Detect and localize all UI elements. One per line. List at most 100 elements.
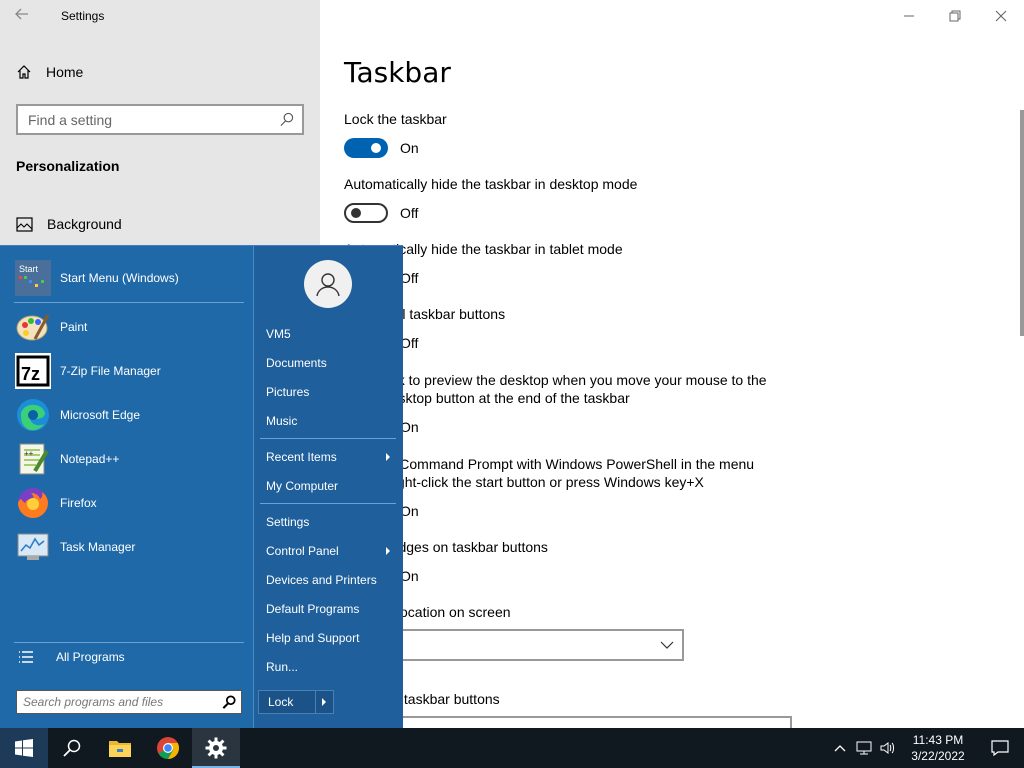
- picture-icon: [16, 216, 33, 232]
- svg-text:7z: 7z: [21, 364, 40, 384]
- chrome-icon: [157, 737, 179, 759]
- taskbar: 11:43 PM 3/22/2022: [0, 728, 1024, 768]
- home-label: Home: [46, 64, 84, 80]
- divider: [315, 691, 316, 713]
- file-explorer-icon: [109, 741, 131, 757]
- program-item[interactable]: Paint: [14, 308, 244, 346]
- list-icon: [19, 651, 33, 663]
- windows-start-icon: [15, 739, 33, 757]
- start-right-item[interactable]: Music: [260, 408, 396, 434]
- notepadpp-icon: ++: [14, 440, 52, 478]
- program-item[interactable]: Microsoft Edge: [14, 396, 244, 434]
- item-label: Pictures: [266, 385, 310, 399]
- start-right-item[interactable]: Settings: [260, 509, 396, 535]
- network-icon: [856, 741, 872, 755]
- start-menu: Start Start Menu (Windows) Paint 7z 7-Zi…: [0, 245, 403, 729]
- setting-label: Use Peek to preview the desktop when you…: [344, 372, 767, 406]
- taskbar-search-button[interactable]: [48, 728, 96, 768]
- start-search-input[interactable]: [17, 691, 217, 713]
- divider: [260, 503, 396, 504]
- lock-button[interactable]: Lock: [258, 690, 334, 714]
- find-setting-search[interactable]: [16, 104, 304, 135]
- item-label: Devices and Printers: [266, 573, 377, 587]
- start-right-item[interactable]: Default Programs: [260, 596, 396, 622]
- search-icon: [63, 739, 81, 757]
- 7zip-icon: 7z: [14, 352, 52, 390]
- task-manager-icon: [14, 528, 52, 566]
- start-right-item[interactable]: Recent Items: [260, 444, 396, 470]
- submenu-arrow-icon: [386, 547, 390, 555]
- start-button[interactable]: [0, 728, 48, 768]
- clock[interactable]: 11:43 PM 3/22/2022: [900, 732, 976, 764]
- start-right-item[interactable]: Help and Support: [260, 625, 396, 651]
- show-hidden-icons-button[interactable]: [828, 728, 852, 768]
- lock-label: Lock: [268, 695, 294, 709]
- program-item[interactable]: Task Manager: [14, 528, 244, 566]
- program-label: Start Menu (Windows): [60, 271, 179, 285]
- toggle-state: Off: [400, 205, 419, 221]
- back-button[interactable]: [14, 6, 36, 28]
- start-search-box[interactable]: [16, 690, 242, 714]
- program-item[interactable]: Start Start Menu (Windows): [14, 259, 244, 297]
- program-item[interactable]: ++ Notepad++: [14, 440, 244, 478]
- taskbar-settings[interactable]: [192, 728, 240, 768]
- setting-label: Automatically hide the taskbar in deskto…: [344, 176, 638, 192]
- sidebar-item-background[interactable]: Background: [16, 216, 122, 232]
- divider: [260, 438, 396, 439]
- clock-time: 11:43 PM: [912, 733, 964, 747]
- scrollbar[interactable]: [1020, 110, 1024, 336]
- setting-label: Lock the taskbar: [344, 111, 447, 127]
- start-right-item[interactable]: My Computer: [260, 473, 396, 499]
- svg-text:++: ++: [24, 449, 34, 458]
- item-label: Run...: [266, 660, 299, 674]
- settings-content: Taskbar Lock the taskbar On Automaticall…: [344, 0, 1024, 736]
- program-label: Notepad++: [60, 452, 120, 466]
- taskbar-file-explorer[interactable]: [96, 728, 144, 768]
- toggle-row: On: [344, 138, 419, 158]
- program-label: 7-Zip File Manager: [60, 364, 161, 378]
- start-right-item[interactable]: Pictures: [260, 379, 396, 405]
- item-label: Music: [266, 414, 298, 428]
- item-label: Settings: [266, 515, 310, 529]
- program-label: Microsoft Edge: [60, 408, 141, 422]
- clock-date: 3/22/2022: [911, 749, 965, 763]
- all-programs-button[interactable]: All Programs: [18, 650, 125, 664]
- start-right-item[interactable]: Run...: [260, 654, 396, 680]
- network-button[interactable]: [852, 728, 876, 768]
- program-item[interactable]: 7z 7-Zip File Manager: [14, 352, 244, 390]
- start-right-item[interactable]: Devices and Printers: [260, 567, 396, 593]
- lock-taskbar-toggle[interactable]: [344, 138, 388, 158]
- program-label: Task Manager: [60, 540, 136, 554]
- start-menu-programs-pane: Start Start Menu (Windows) Paint 7z 7-Zi…: [0, 246, 254, 729]
- item-label: VM5: [266, 327, 291, 341]
- user-avatar[interactable]: [304, 260, 352, 308]
- setting-label: Combine taskbar buttons: [344, 691, 500, 707]
- sidebar-home[interactable]: Home: [16, 64, 83, 80]
- find-setting-input[interactable]: [18, 106, 268, 133]
- divider: [14, 642, 244, 643]
- taskbar-chrome[interactable]: [144, 728, 192, 768]
- item-label: Recent Items: [266, 450, 337, 464]
- toggle-row: Off: [344, 203, 418, 223]
- start-right-item[interactable]: VM5: [260, 321, 396, 347]
- power-options-arrow-icon[interactable]: [322, 698, 326, 706]
- chevron-up-icon: [834, 745, 846, 752]
- item-label: Default Programs: [266, 602, 360, 616]
- setting-label: Taskbar location on screen: [344, 604, 511, 620]
- paint-icon: [14, 308, 52, 346]
- search-icon: [280, 112, 294, 126]
- all-programs-label: All Programs: [56, 650, 125, 664]
- sidebar-item-label: Background: [47, 216, 122, 232]
- page-title: Taskbar: [344, 56, 451, 89]
- search-icon: [222, 695, 236, 709]
- item-label: My Computer: [266, 479, 339, 493]
- action-center-button[interactable]: [976, 728, 1024, 768]
- divider: [14, 302, 244, 303]
- start-right-item[interactable]: Control Panel: [260, 538, 396, 564]
- start-menu-app-icon: Start: [14, 259, 52, 297]
- volume-button[interactable]: [876, 728, 900, 768]
- start-right-item[interactable]: Documents: [260, 350, 396, 376]
- program-item[interactable]: Firefox: [14, 484, 244, 522]
- autohide-desktop-toggle[interactable]: [344, 203, 388, 223]
- edge-icon: [14, 396, 52, 434]
